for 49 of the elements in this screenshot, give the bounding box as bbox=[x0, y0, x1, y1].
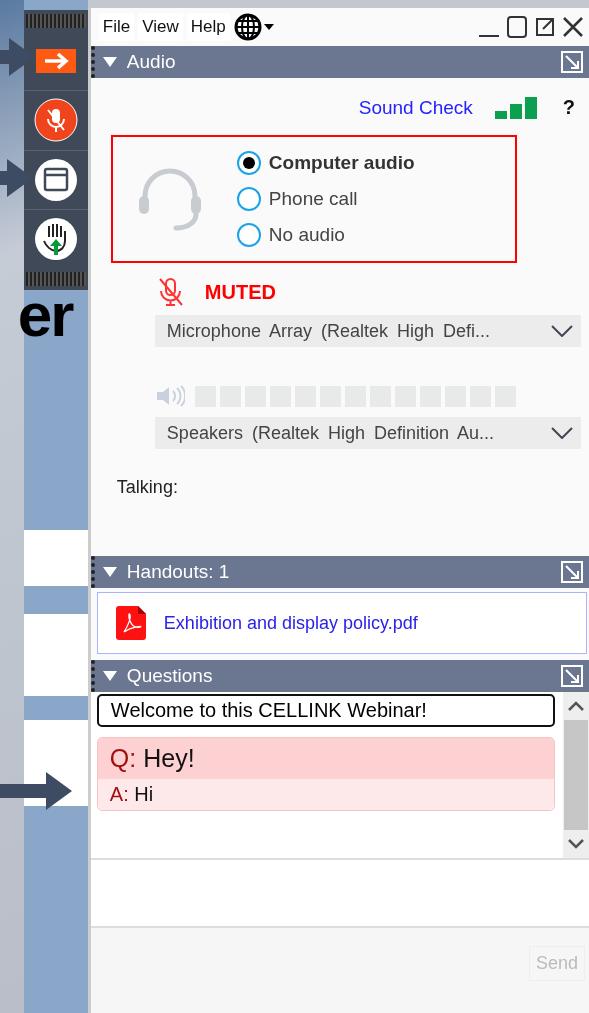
panel-title: Questions bbox=[126, 665, 213, 687]
panel-title: Handouts: 1 bbox=[126, 561, 230, 583]
expand-icon[interactable] bbox=[561, 51, 583, 73]
mic-off-icon bbox=[156, 277, 185, 307]
help-icon[interactable]: ? bbox=[562, 96, 575, 119]
welcome-banner: Welcome to this CELLINK Webinar! bbox=[96, 694, 555, 727]
speaker-icon bbox=[154, 385, 185, 407]
handout-item[interactable]: Exhibition and display policy.pdf bbox=[96, 592, 587, 654]
expand-icon[interactable] bbox=[561, 561, 583, 583]
question-input[interactable] bbox=[90, 860, 589, 928]
audio-header[interactable]: Audio bbox=[90, 46, 589, 78]
answer-text: A: Hi bbox=[97, 779, 554, 810]
pointer-arrow bbox=[0, 772, 72, 810]
expand-icon[interactable] bbox=[561, 665, 583, 687]
grip-handle[interactable] bbox=[25, 14, 86, 28]
caret-icon bbox=[551, 325, 573, 337]
close-icon[interactable] bbox=[563, 17, 583, 37]
collapse-icon[interactable] bbox=[102, 57, 117, 67]
menu-item[interactable]: File bbox=[98, 13, 135, 41]
mic-status: MUTED bbox=[204, 280, 276, 304]
menu-item[interactable]: Help bbox=[186, 13, 230, 41]
menu-item[interactable]: View bbox=[138, 13, 183, 41]
handouts-header[interactable]: Handouts: 1 bbox=[90, 556, 589, 588]
pdf-icon bbox=[115, 606, 146, 640]
scrollbar[interactable] bbox=[563, 692, 589, 858]
talking-label: Talking: bbox=[116, 477, 179, 498]
panel-title: Audio bbox=[126, 51, 176, 73]
question-text: Q: Hey! bbox=[97, 738, 554, 779]
speaker-dropdown[interactable]: Speakers (Realtek High Definition Au... bbox=[154, 417, 581, 449]
arrow-button[interactable] bbox=[35, 49, 76, 74]
audio-option[interactable]: No audio bbox=[236, 223, 415, 247]
background-heading: er bbox=[17, 290, 74, 340]
headset-icon bbox=[136, 166, 203, 232]
globe-icon[interactable] bbox=[233, 12, 276, 42]
raise-hand-button[interactable] bbox=[33, 216, 78, 261]
collapse-icon[interactable] bbox=[102, 671, 117, 681]
grip-handle[interactable] bbox=[25, 272, 86, 286]
questions-header[interactable]: Questions bbox=[90, 660, 589, 692]
popout-icon[interactable] bbox=[535, 17, 555, 37]
collapse-icon[interactable] bbox=[102, 567, 117, 577]
file-link[interactable]: Exhibition and display policy.pdf bbox=[163, 612, 418, 634]
caret-icon bbox=[551, 427, 573, 439]
window-button[interactable] bbox=[33, 157, 78, 202]
microphone-dropdown[interactable]: Microphone Array (Realtek High Defi... bbox=[154, 315, 581, 347]
audio-option[interactable]: Phone call bbox=[236, 187, 415, 211]
maximize-icon[interactable] bbox=[507, 16, 527, 38]
audio-option[interactable]: Computer audio bbox=[236, 151, 415, 175]
mute-button[interactable] bbox=[33, 98, 78, 143]
sound-check-link[interactable]: Sound Check bbox=[358, 96, 473, 119]
